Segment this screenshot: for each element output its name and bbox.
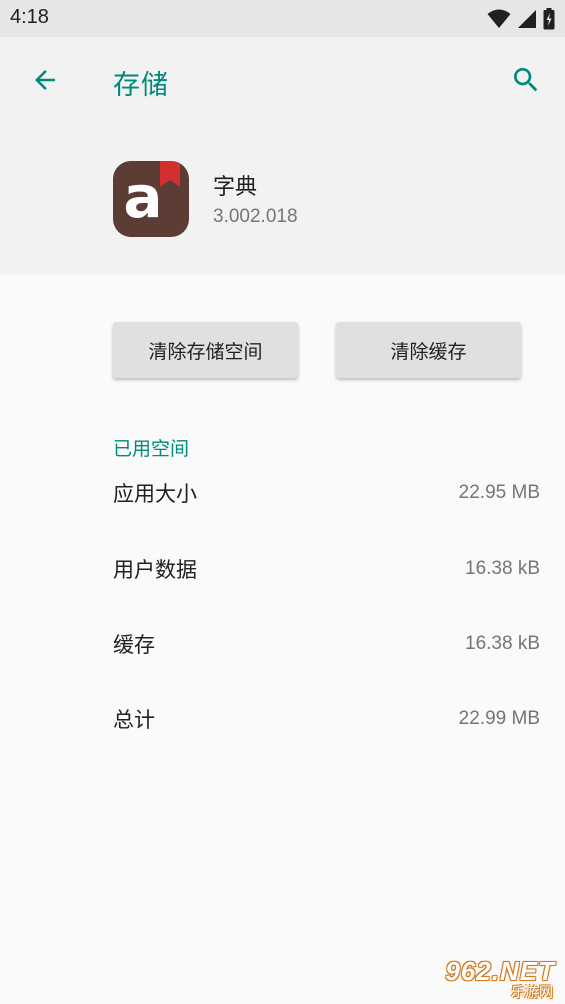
app-header: 存储 a 字典 3.002.018 <box>0 37 565 275</box>
storage-row-label: 总计 <box>113 708 155 732</box>
storage-row-label: 用户数据 <box>113 558 197 582</box>
page-title: 存储 <box>113 70 169 101</box>
back-button[interactable] <box>26 63 64 101</box>
arrow-back-icon <box>30 65 60 99</box>
status-bar: 4:18 <box>0 0 565 37</box>
clear-storage-button[interactable]: 清除存储空间 <box>113 322 298 378</box>
watermark-logo: 962.NET 乐游网 <box>427 956 557 1002</box>
storage-row-label: 缓存 <box>113 633 155 657</box>
storage-row-app-size: 应用大小 22.95 MB <box>113 473 540 513</box>
app-name: 字典 <box>213 175 258 200</box>
bookmark-icon <box>160 161 180 191</box>
storage-row-total: 总计 22.99 MB <box>113 699 540 739</box>
app-version: 3.002.018 <box>213 206 298 227</box>
clear-cache-button[interactable]: 清除缓存 <box>336 322 521 378</box>
battery-icon <box>543 8 555 30</box>
app-icon: a <box>113 161 189 237</box>
search-icon <box>510 64 542 100</box>
storage-row-value: 16.38 kB <box>465 633 540 654</box>
signal-icon <box>517 9 537 29</box>
watermark-subtitle: 乐游网 <box>511 985 553 1001</box>
storage-row-cache: 缓存 16.38 kB <box>113 624 540 664</box>
search-button[interactable] <box>507 63 545 101</box>
storage-row-label: 应用大小 <box>113 482 197 506</box>
storage-row-value: 16.38 kB <box>465 558 540 579</box>
status-time: 4:18 <box>10 6 49 28</box>
storage-row-value: 22.95 MB <box>458 482 540 503</box>
wifi-icon <box>487 9 511 29</box>
storage-row-user-data: 用户数据 16.38 kB <box>113 549 540 589</box>
section-title-used-space: 已用空间 <box>113 438 190 460</box>
storage-row-value: 22.99 MB <box>458 708 540 729</box>
status-icons <box>487 8 555 30</box>
